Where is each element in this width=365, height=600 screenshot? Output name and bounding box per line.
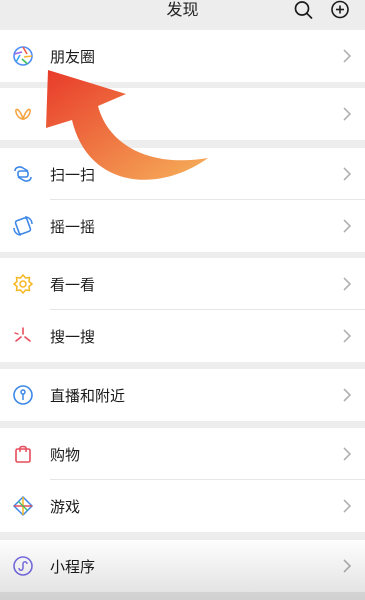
butterfly-icon xyxy=(12,103,34,125)
moments-group: 朋友圈 xyxy=(0,30,365,82)
menu-item-search[interactable]: 搜一搜 xyxy=(0,310,365,362)
menu-item-shake[interactable]: 摇一摇 xyxy=(0,200,365,252)
look-icon xyxy=(12,273,34,295)
shake-icon xyxy=(12,215,34,237)
chevron-right-icon xyxy=(341,387,353,403)
chevron-right-icon xyxy=(341,48,353,64)
menu-item-moments[interactable]: 朋友圈 xyxy=(0,30,365,82)
menu-item-scan[interactable]: 扫一扫 xyxy=(0,148,365,200)
chevron-right-icon xyxy=(341,166,353,182)
menu-item-live-nearby[interactable]: 直播和附近 xyxy=(0,369,365,421)
scan-shake-group: 扫一扫 摇一摇 xyxy=(0,148,365,252)
menu-item-label: 购物 xyxy=(50,445,81,464)
mini-programs-group: 小程序 xyxy=(0,540,365,592)
menu-item-label: 看一看 xyxy=(50,275,96,294)
look-search-group: 看一看 搜一搜 xyxy=(0,258,365,362)
channels-group xyxy=(0,88,365,140)
diamond-game-icon xyxy=(12,495,34,517)
menu-item-label: 游戏 xyxy=(50,497,81,516)
search-icon[interactable] xyxy=(293,0,315,20)
chevron-right-icon xyxy=(341,558,353,574)
menu-item-label: 小程序 xyxy=(50,557,96,576)
chevron-right-icon xyxy=(341,276,353,292)
menu-item-label: 搜一搜 xyxy=(50,327,96,346)
live-nearby-icon xyxy=(12,384,34,406)
menu-item-label: 扫一扫 xyxy=(50,165,96,184)
menu-item-channels[interactable] xyxy=(0,88,365,140)
aperture-icon xyxy=(12,45,34,67)
chevron-right-icon xyxy=(341,446,353,462)
plus-circle-icon[interactable] xyxy=(329,0,351,20)
menu-item-shopping[interactable]: 购物 xyxy=(0,428,365,480)
top-bar: 发现 xyxy=(0,0,365,26)
chevron-right-icon xyxy=(341,498,353,514)
shopping-games-group: 购物 游戏 xyxy=(0,428,365,532)
chevron-right-icon xyxy=(341,328,353,344)
mini-program-icon xyxy=(12,555,34,577)
scan-icon xyxy=(12,163,34,185)
chevron-right-icon xyxy=(341,218,353,234)
menu-item-label: 摇一摇 xyxy=(50,217,96,236)
menu-item-games[interactable]: 游戏 xyxy=(0,480,365,532)
menu-item-mini-programs[interactable]: 小程序 xyxy=(0,540,365,592)
menu-item-top-stories[interactable]: 看一看 xyxy=(0,258,365,310)
menu-item-label: 直播和附近 xyxy=(50,386,126,405)
shopping-bag-icon xyxy=(12,443,34,465)
live-nearby-group: 直播和附近 xyxy=(0,369,365,421)
menu-item-label: 朋友圈 xyxy=(50,47,96,66)
chevron-right-icon xyxy=(341,106,353,122)
search-sparkle-icon xyxy=(12,325,34,347)
